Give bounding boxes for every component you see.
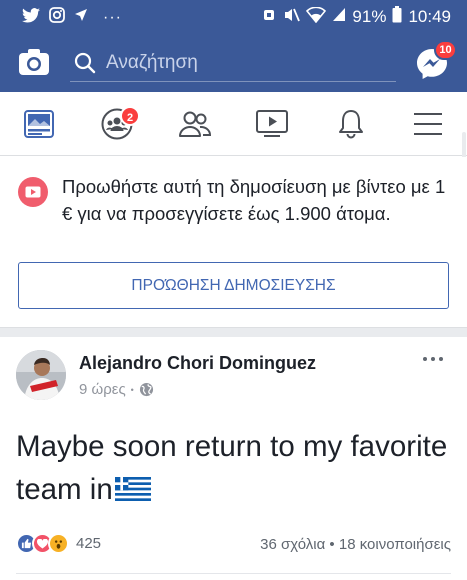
comments-count[interactable]: 36 σχόλια: [260, 536, 325, 553]
post-card: Alejandro Chori Dominguez 9 ώρες • Maybe…: [0, 337, 467, 580]
greece-flag-icon: [114, 477, 151, 501]
alarm-icon: [261, 7, 277, 28]
post-body: Maybe soon return to my favorite team in: [16, 425, 456, 511]
news-feed-icon: [24, 110, 54, 138]
battery-percent: 91%: [352, 7, 387, 26]
top-app-bar: 10: [0, 32, 467, 92]
tab-friends[interactable]: [173, 104, 217, 144]
more-dot: [439, 357, 443, 361]
wow-reaction-icon: [48, 533, 69, 554]
status-bar: ··· 91% 10:49: [0, 0, 467, 32]
tab-notifications[interactable]: [329, 104, 373, 144]
boost-message: Προωθήστε αυτή τη δημοσίευση με βίντεο μ…: [62, 176, 446, 224]
tab-bar: [0, 92, 467, 156]
wifi-icon: [306, 6, 327, 28]
more-dot: [431, 357, 435, 361]
bell-icon: [339, 110, 363, 139]
video-promo-icon: [18, 177, 48, 207]
section-divider: [0, 327, 467, 337]
mute-icon: [283, 7, 301, 28]
post-meta: 9 ώρες •: [79, 381, 154, 398]
status-more-dots: ···: [103, 8, 122, 26]
reactions-summary[interactable]: 425: [16, 533, 101, 554]
tab-news-feed[interactable]: [17, 104, 61, 144]
signal-icon: [332, 7, 346, 27]
post-options-button[interactable]: [418, 349, 448, 369]
boost-post-card: Προωθήστε αυτή τη δημοσίευση με βίντεο μ…: [0, 157, 467, 327]
avatar[interactable]: [16, 350, 66, 400]
video-icon: [256, 110, 288, 137]
meta-dot: •: [130, 384, 134, 395]
reaction-count: 425: [76, 535, 102, 552]
friends-icon: [179, 111, 212, 137]
globe-icon: [139, 382, 153, 397]
battery-icon: [392, 6, 402, 28]
search-bar[interactable]: [70, 48, 396, 82]
camera-button[interactable]: [18, 48, 50, 76]
messenger-badge: 10: [434, 40, 457, 60]
groups-badge: 2: [120, 106, 140, 126]
post-stats: 36 σχόλια • 18 κοινοποιήσεις: [260, 536, 451, 553]
stats-separator: •: [325, 536, 339, 553]
tab-watch[interactable]: [250, 104, 294, 144]
status-left-icons: ···: [22, 7, 122, 28]
twitter-icon: [22, 7, 40, 28]
shares-count[interactable]: 18 κοινοποιήσεις: [339, 536, 451, 553]
instagram-icon: [49, 7, 65, 28]
clock: 10:49: [408, 7, 451, 26]
navigation-arrow-icon: [74, 8, 88, 27]
post-divider: [16, 573, 451, 574]
status-right-icons: 91% 10:49: [261, 6, 451, 28]
tab-menu[interactable]: [406, 104, 450, 144]
post-text: Maybe soon return to my favorite team in: [16, 430, 448, 506]
hamburger-icon: [414, 113, 442, 135]
post-author[interactable]: Alejandro Chori Dominguez: [79, 353, 316, 374]
boost-post-button[interactable]: ΠΡΟΏΘΗΣΗ ΔΗΜΟΣΙΕΥΣΗΣ: [18, 262, 449, 309]
search-icon: [74, 52, 96, 74]
post-time[interactable]: 9 ώρες: [79, 381, 126, 398]
more-dot: [423, 357, 427, 361]
camera-icon: [19, 49, 49, 75]
search-input[interactable]: [106, 50, 386, 76]
